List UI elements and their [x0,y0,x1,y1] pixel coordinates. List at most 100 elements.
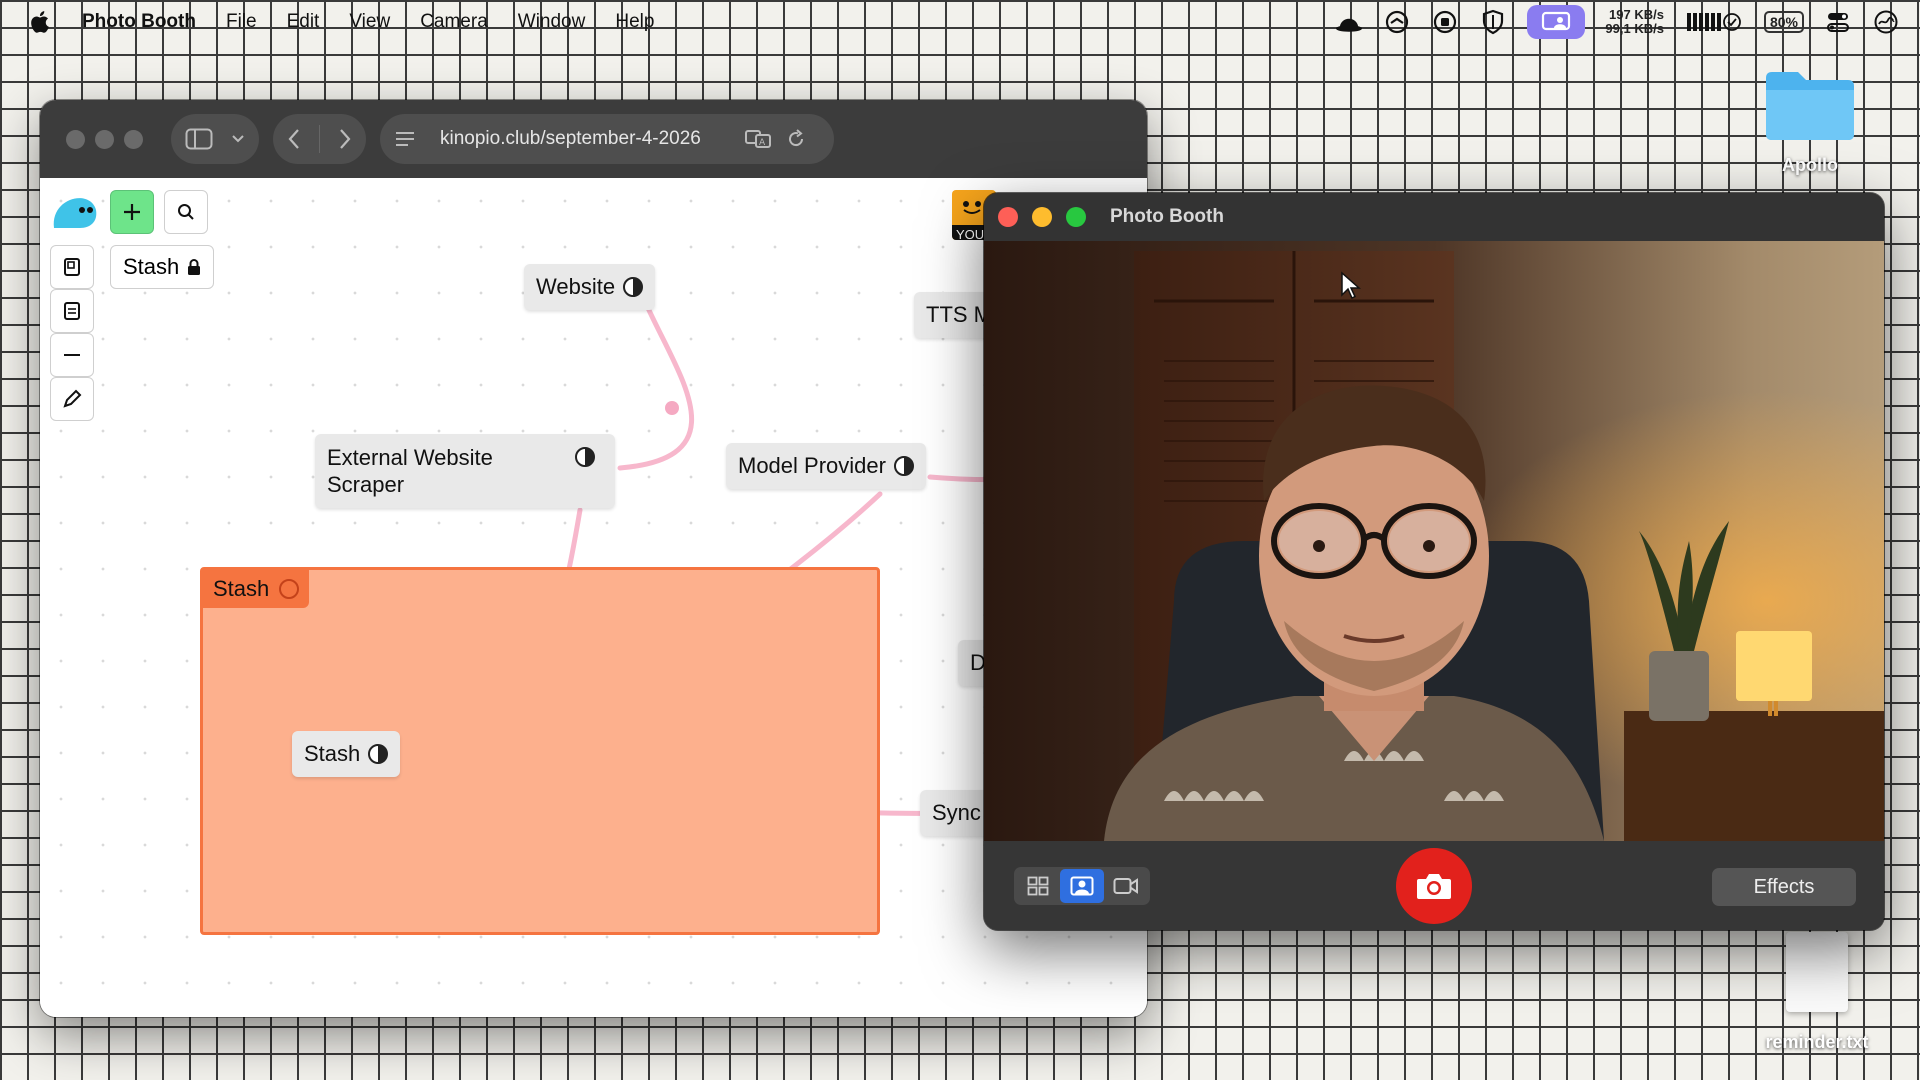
camera-icon [1417,874,1451,899]
kinopio-logo[interactable] [50,188,100,234]
lock-icon [188,259,201,275]
shield-icon[interactable] [1479,8,1507,36]
cpu-meter-icon[interactable] [1684,8,1744,36]
journal-button[interactable] [50,289,94,333]
card-website-text: Website [536,274,616,299]
spaces-button[interactable] [50,245,94,289]
browser-close-button[interactable] [66,129,85,149]
video-icon [1113,877,1138,894]
apple-logo-icon[interactable] [28,9,54,35]
pb-minimize-button[interactable] [1032,207,1052,227]
desktop-file-reminder[interactable]: reminder.txt [1752,932,1882,1053]
battery-indicator[interactable]: 80% [1763,11,1804,33]
desktop-folder-label: Apollo [1782,155,1838,175]
mouse-cursor-icon [1341,271,1361,300]
menu-help[interactable]: Help [615,11,654,33]
bowler-hat-icon[interactable] [1335,8,1363,36]
portrait-icon [1070,876,1094,895]
card-connector-icon[interactable] [893,456,914,476]
text-file-icon [1786,932,1848,1012]
card-scraper-text: External Website Scraper [327,445,493,497]
stash-box-label[interactable]: Stash [203,570,310,608]
menu-edit[interactable]: Edit [287,11,320,33]
pb-zoom-button[interactable] [1066,207,1086,227]
sidebar-toggle-group [171,114,259,164]
forward-arrow-icon[interactable] [338,128,352,150]
app-name-menu[interactable]: Photo Booth [82,11,196,33]
chevron-down-icon[interactable] [231,134,245,144]
reader-menu-icon[interactable] [394,130,416,148]
search-icon [178,204,194,220]
siri-icon[interactable] [1872,8,1900,36]
minus-icon [64,354,80,356]
menu-camera[interactable]: Camera [420,11,488,33]
card-tts[interactable]: TTS M [914,292,994,338]
menu-bar: Photo Booth File Edit View Camera Window… [0,0,1920,44]
take-photo-button[interactable] [1396,848,1472,924]
desktop-folder-apollo[interactable]: Apollo [1760,64,1860,176]
single-photo-mode-button[interactable] [1060,868,1104,903]
card-connector-icon[interactable] [368,744,389,764]
camera-preview [984,241,1884,841]
camera-scene [984,241,1884,841]
effects-button[interactable]: Effects [1712,868,1856,906]
photo-booth-window: Photo Booth Effects [984,193,1884,930]
browser-window: kinopio.club/september-4-2026 A Stash St… [40,100,1147,1017]
status-area: 197 KB/s 99,1 KB/s 80% [1335,0,1900,44]
box-ring-icon [279,579,300,599]
record-stop-icon[interactable] [1431,8,1459,36]
control-center-icon[interactable] [1824,8,1852,36]
grid-icon [1027,876,1049,895]
card-model-provider-text: Model Provider [738,453,886,478]
divider-tool-button[interactable] [50,333,94,377]
add-card-button[interactable] [110,190,154,234]
menu-window[interactable]: Window [518,11,586,33]
photo-booth-title: Photo Booth [1110,206,1224,227]
browser-zoom-button[interactable] [124,129,143,149]
space-name-text: Stash [123,254,180,279]
folder-icon [1766,72,1854,140]
kinopio-canvas[interactable]: Stash Stash Website External Website Scr… [40,178,1147,1017]
card-connector-icon[interactable] [623,277,644,297]
back-arrow-icon[interactable] [287,128,301,150]
card-model-provider[interactable]: Model Provider [726,443,926,489]
pencil-icon [63,389,82,408]
card-stash-text: Stash [304,741,361,766]
plus-icon [124,204,140,220]
card-stash[interactable]: Stash [292,731,401,777]
speed-gauge-icon[interactable] [1383,8,1411,36]
spaces-icon [64,258,80,276]
url-bar[interactable]: kinopio.club/september-4-2026 A [380,114,834,164]
photo-booth-controls: Effects [984,841,1884,930]
video-mode-button[interactable] [1104,869,1148,903]
desktop-file-label: reminder.txt [1765,1032,1869,1052]
card-sync-text: Sync [932,800,981,825]
card-tts-text: TTS M [926,302,992,327]
stash-box-title: Stash [213,576,270,601]
sidebar-icon[interactable] [185,128,213,150]
url-text[interactable]: kinopio.club/september-4-2026 [440,128,730,150]
screen-share-icon[interactable] [1527,5,1586,39]
browser-minimize-button[interactable] [95,129,114,149]
net-down-text: 99,1 KB/s [1605,21,1664,36]
connection-website-scraper [617,305,695,471]
photo-booth-titlebar: Photo Booth [984,193,1884,241]
browser-toolbar: kinopio.club/september-4-2026 A [40,100,1147,178]
journal-icon [64,302,80,320]
card-website[interactable]: Website [524,264,656,310]
card-external-website-scraper[interactable]: External Website Scraper [315,434,615,508]
navigation-group [273,114,366,164]
pb-close-button[interactable] [998,207,1018,227]
menu-file[interactable]: File [226,11,257,33]
four-up-mode-button[interactable] [1016,869,1060,903]
search-button[interactable] [164,190,208,234]
translate-icon[interactable]: A [744,128,772,150]
space-name-button[interactable]: Stash [110,245,215,289]
network-speed[interactable]: 197 KB/s 99,1 KB/s [1605,8,1664,36]
capture-mode-selector [1014,866,1150,905]
card-connector-icon[interactable] [575,447,595,467]
kinopio-mascot-icon [53,198,97,228]
pencil-tool-button[interactable] [50,377,94,421]
reload-icon[interactable] [786,129,806,149]
menu-view[interactable]: View [349,11,390,33]
